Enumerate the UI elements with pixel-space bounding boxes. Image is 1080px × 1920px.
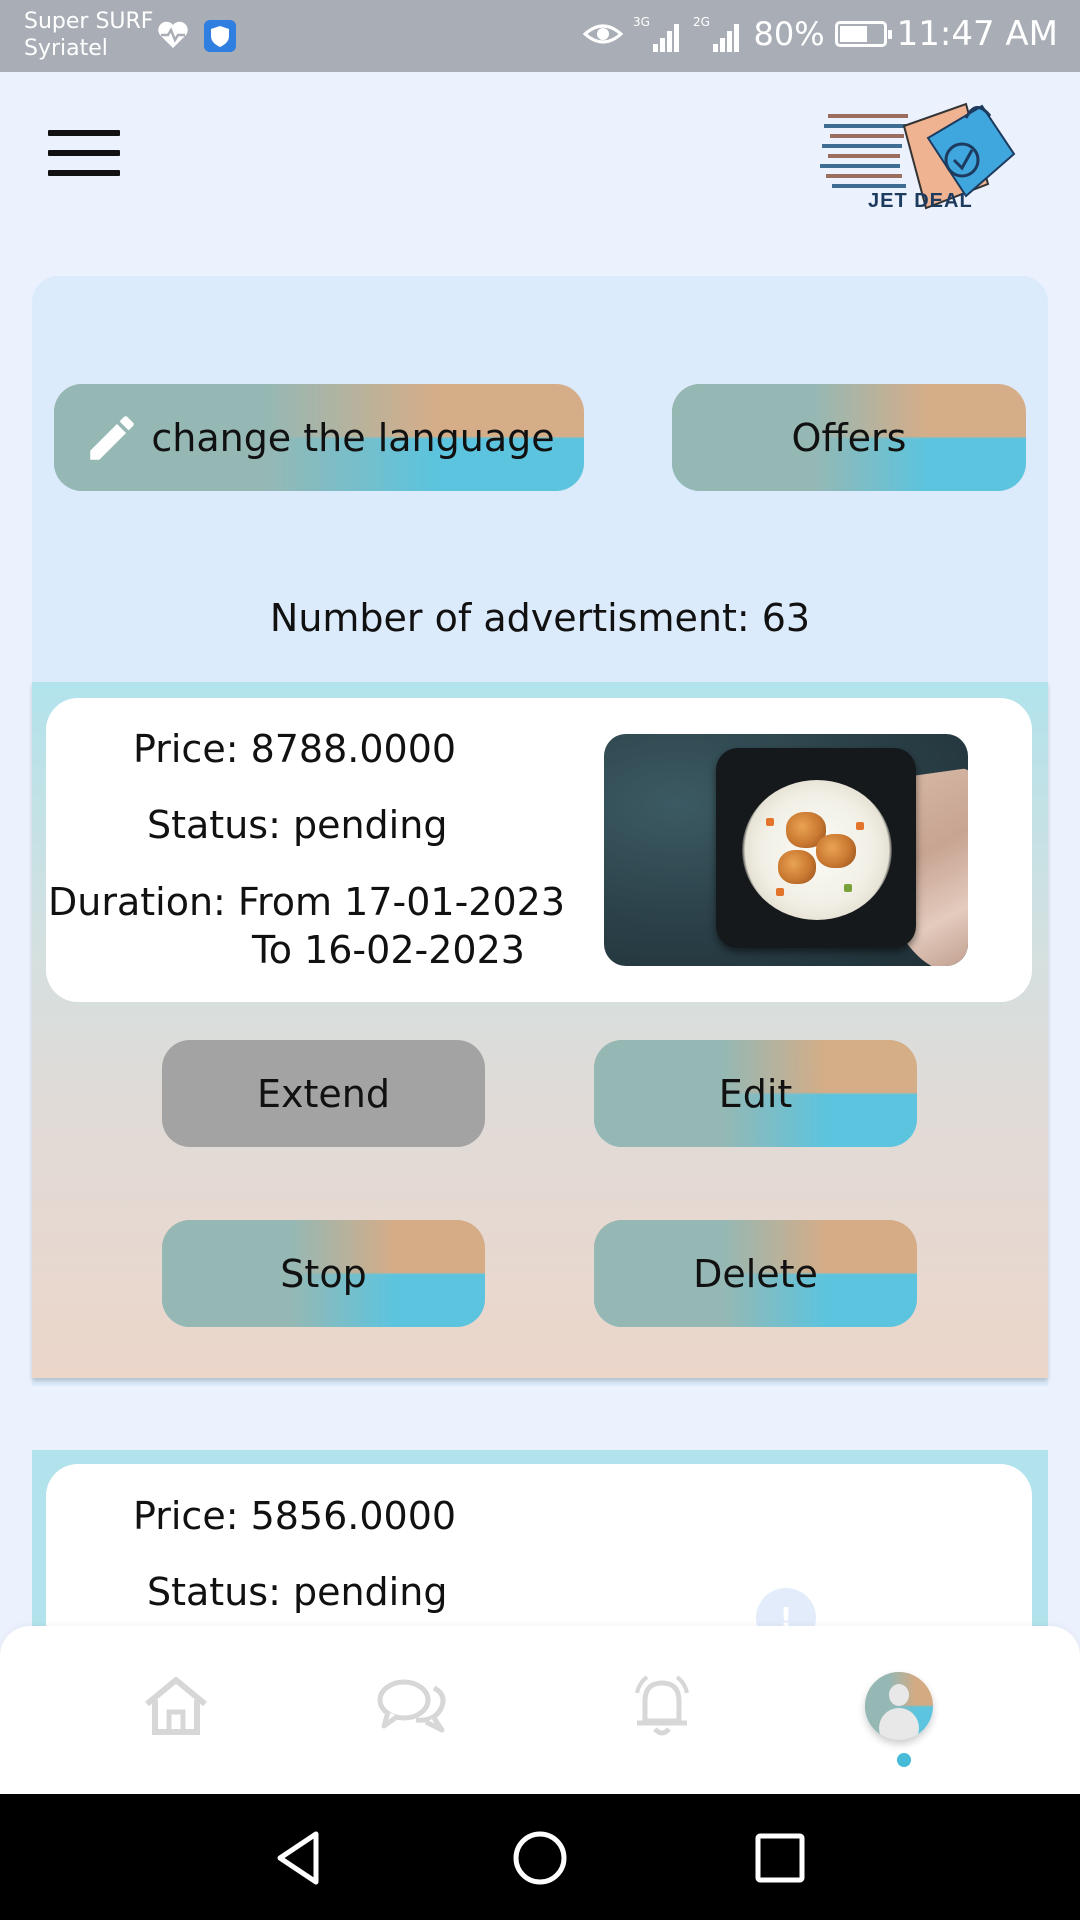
clock: 11:47 AM bbox=[896, 14, 1058, 54]
change-language-button[interactable]: change the language bbox=[54, 384, 584, 491]
ad-image bbox=[604, 734, 968, 966]
battery-icon bbox=[834, 21, 892, 47]
stop-label: Stop bbox=[280, 1251, 367, 1296]
ads-count: Number of advertisment: 63 bbox=[269, 596, 811, 640]
nav-home[interactable] bbox=[126, 1656, 226, 1756]
status-icons-right: 3G 2G 80% 11:47 AM bbox=[583, 14, 1058, 54]
recents-icon[interactable] bbox=[750, 1828, 810, 1888]
status-icons-left bbox=[156, 20, 236, 52]
offers-label: Offers bbox=[791, 415, 907, 460]
bottom-navigation bbox=[0, 1626, 1080, 1794]
network-2g-label: 2G bbox=[693, 15, 710, 29]
app-logo: JET DEAL bbox=[816, 98, 1016, 218]
delete-label: Delete bbox=[693, 1251, 818, 1296]
delete-button[interactable]: Delete bbox=[594, 1220, 917, 1327]
extend-button[interactable]: Extend bbox=[162, 1040, 485, 1147]
offers-button[interactable]: Offers bbox=[672, 384, 1026, 491]
notifications-icon bbox=[635, 1675, 689, 1736]
change-language-label: change the language bbox=[151, 415, 555, 460]
shield-icon bbox=[204, 20, 236, 52]
ad-price: Price: 5856.0000 bbox=[133, 1494, 457, 1538]
extend-label: Extend bbox=[257, 1071, 390, 1116]
edit-label: Edit bbox=[718, 1071, 793, 1116]
system-navigation-bar bbox=[0, 1794, 1080, 1920]
ad-duration-from: Duration: From 17-01-2023 bbox=[48, 880, 565, 924]
home-icon bbox=[145, 1677, 207, 1735]
carrier-info: Super SURF Syriatel bbox=[24, 8, 153, 62]
nav-chat[interactable] bbox=[362, 1656, 462, 1756]
back-icon[interactable] bbox=[270, 1828, 330, 1888]
ad-card[interactable] bbox=[46, 1464, 1032, 1644]
ad-status: Status: pending bbox=[147, 803, 448, 847]
carrier-line-2: Syriatel bbox=[24, 36, 108, 61]
home-circle-icon[interactable] bbox=[510, 1828, 570, 1888]
ad-duration-to: To 16-02-2023 bbox=[252, 928, 525, 972]
edit-button[interactable]: Edit bbox=[594, 1040, 917, 1147]
health-icon bbox=[158, 21, 188, 48]
signal-3g-icon: 3G bbox=[633, 15, 680, 52]
active-tab-indicator bbox=[897, 1753, 911, 1767]
nav-notifications[interactable] bbox=[612, 1656, 712, 1756]
battery-percent: 80% bbox=[753, 15, 825, 53]
menu-icon[interactable] bbox=[48, 130, 120, 180]
pencil-icon bbox=[90, 415, 135, 460]
carrier-line-1: Super SURF bbox=[24, 9, 154, 34]
signal-2g-icon: 2G bbox=[693, 15, 740, 52]
status-bar: Super SURF Syriatel 3G 2G 80% 11:47 AM bbox=[0, 0, 1080, 72]
stop-button[interactable]: Stop bbox=[162, 1220, 485, 1327]
ad-status: Status: pending bbox=[147, 1570, 448, 1614]
profile-avatar bbox=[865, 1672, 933, 1740]
network-3g-label: 3G bbox=[633, 15, 650, 29]
logo-text: JET DEAL bbox=[868, 190, 973, 212]
eye-comfort-icon bbox=[583, 24, 624, 44]
chat-icon bbox=[377, 1679, 446, 1733]
ad-price: Price: 8788.0000 bbox=[133, 727, 457, 771]
nav-profile[interactable] bbox=[849, 1656, 949, 1756]
